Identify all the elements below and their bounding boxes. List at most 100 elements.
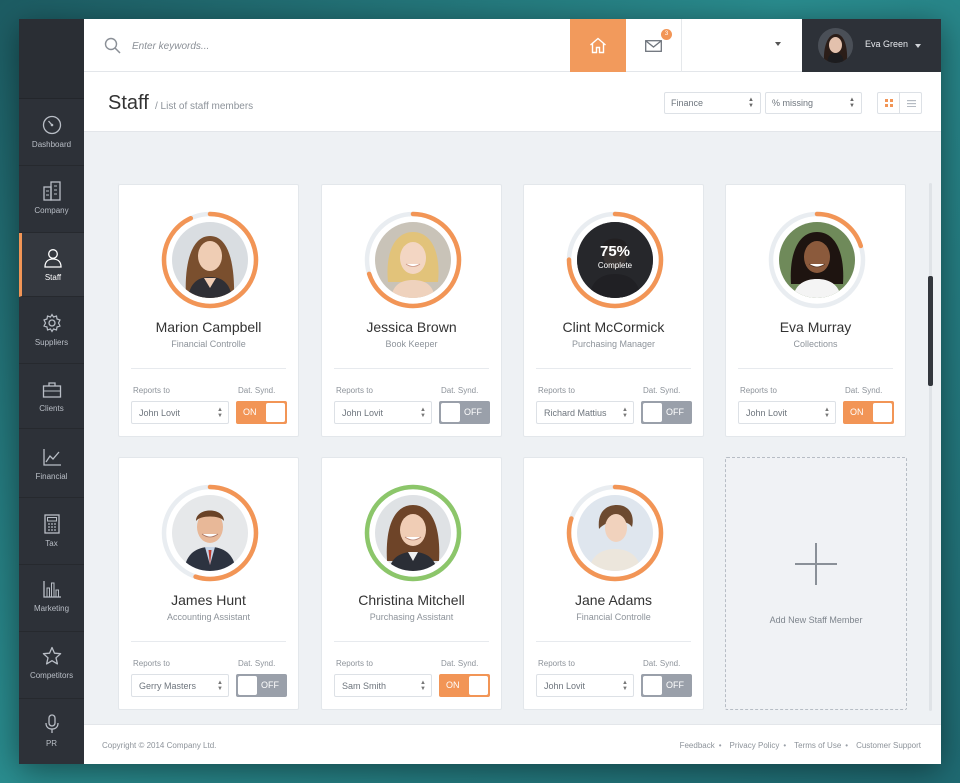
divider: [334, 368, 489, 369]
sidebar-item-dashboard[interactable]: Dashboard: [19, 100, 84, 166]
sidebar-item-label: Tax: [45, 539, 58, 548]
sync-toggle[interactable]: OFF: [439, 401, 490, 424]
sort-filter-select[interactable]: % missing ▲ ▼: [765, 92, 862, 114]
user-name: Eva Green: [865, 39, 909, 49]
toggle-label: ON: [243, 407, 257, 417]
progress-ring: [363, 483, 463, 583]
sidebar-item-competitors[interactable]: Competitors: [19, 633, 84, 699]
sidebar-item-tax[interactable]: Tax: [19, 499, 84, 565]
footer-link-feedback[interactable]: Feedback: [680, 741, 715, 750]
add-staff-card[interactable]: Add New Staff Member: [725, 457, 907, 710]
top-bar: 3 Eva Green: [84, 19, 941, 72]
staff-photo: [172, 222, 248, 298]
home-icon: [590, 37, 606, 54]
staff-card[interactable]: Jane Adams Financial Controlle Reports t…: [523, 457, 704, 710]
staff-grid: Marion Campbell Financial Controlle Repo…: [84, 133, 941, 723]
staff-card[interactable]: James Hunt Accounting Assistant Reports …: [118, 457, 299, 710]
staff-photo: [577, 495, 653, 571]
progress-ring: [565, 483, 665, 583]
sidebar-item-pr[interactable]: PR: [19, 700, 84, 764]
reports-to-select[interactable]: John Lovit ▲ ▼: [738, 401, 836, 424]
reports-to-label: Reports to: [538, 659, 575, 668]
footer-link-support[interactable]: Customer Support: [856, 741, 921, 750]
staff-name: Clint McCormick: [562, 319, 665, 335]
toggle-knob: [469, 676, 488, 695]
sidebar-item-company[interactable]: Company: [19, 167, 84, 233]
department-filter-select[interactable]: Finance ▲ ▼: [664, 92, 761, 114]
reports-to-label: Reports to: [538, 386, 575, 395]
messages-button[interactable]: 3: [626, 19, 682, 72]
reports-to-label: Reports to: [336, 659, 373, 668]
search-icon[interactable]: [104, 37, 121, 54]
staff-photo: [779, 222, 855, 298]
footer-link-terms[interactable]: Terms of Use: [794, 741, 841, 750]
dat-synd-label: Dat. Synd.: [845, 386, 883, 395]
dat-synd-label: Dat. Synd.: [441, 386, 479, 395]
home-button[interactable]: [570, 19, 626, 72]
reports-to-select[interactable]: John Lovit ▲ ▼: [334, 401, 432, 424]
search-input[interactable]: [132, 36, 432, 56]
sidebar-item-staff[interactable]: Staff: [19, 233, 84, 297]
sync-toggle[interactable]: ON: [236, 401, 287, 424]
sidebar-item-suppliers[interactable]: Suppliers: [19, 298, 84, 364]
microphone-icon: [44, 714, 59, 733]
staff-name: Eva Murray: [779, 319, 852, 335]
scrollbar-track[interactable]: [929, 183, 932, 711]
reports-to-select[interactable]: John Lovit ▲ ▼: [131, 401, 229, 424]
select-arrows-icon: ▲ ▼: [420, 407, 426, 419]
staff-card[interactable]: Marion Campbell Financial Controlle Repo…: [118, 184, 299, 437]
sync-toggle[interactable]: ON: [843, 401, 894, 424]
staff-card[interactable]: Eva Murray Collections Reports to Dat. S…: [725, 184, 906, 437]
staff-card[interactable]: Jessica Brown Book Keeper Reports to Dat…: [321, 184, 502, 437]
top-dropdown[interactable]: [682, 19, 801, 72]
progress-ring: [363, 210, 463, 310]
divider: [131, 368, 286, 369]
dat-synd-label: Dat. Synd.: [441, 659, 479, 668]
gauge-icon: [42, 115, 61, 135]
sync-toggle[interactable]: OFF: [236, 674, 287, 697]
sync-toggle[interactable]: OFF: [641, 674, 692, 697]
staff-role: Collections: [793, 339, 838, 349]
select-arrows-icon: ▲ ▼: [622, 680, 628, 692]
user-menu[interactable]: Eva Green: [802, 19, 941, 72]
reports-to-select[interactable]: Richard Mattius ▲ ▼: [536, 401, 634, 424]
toggle-knob: [873, 403, 892, 422]
divider: [334, 641, 489, 642]
sidebar-item-label: PR: [45, 739, 58, 748]
staff-role: Book Keeper: [385, 339, 438, 349]
sidebar-item-financial[interactable]: Financial: [19, 430, 84, 498]
gear-icon: [42, 313, 61, 333]
sync-toggle[interactable]: ON: [439, 674, 490, 697]
grid-view-button[interactable]: [878, 93, 900, 113]
calculator-icon: [43, 514, 60, 534]
department-filter-value: Finance: [671, 98, 704, 108]
separator-dot: •: [845, 741, 849, 750]
select-arrows-icon: ▲ ▼: [748, 97, 754, 109]
caret-down-icon: [775, 42, 781, 46]
reports-to-select[interactable]: Gerry Masters ▲ ▼: [131, 674, 229, 697]
select-arrows-icon: ▲ ▼: [420, 680, 426, 692]
sidebar-item-clients[interactable]: Clients: [19, 365, 84, 429]
caret-down-icon: [915, 44, 921, 48]
reports-to-label: Reports to: [133, 659, 170, 668]
reports-to-select[interactable]: John Lovit ▲ ▼: [536, 674, 634, 697]
sidebar-item-label: Marketing: [33, 604, 70, 613]
footer-link-privacy[interactable]: Privacy Policy: [730, 741, 780, 750]
reports-to-select[interactable]: Sam Smith ▲ ▼: [334, 674, 432, 697]
grid-icon: [884, 99, 893, 107]
sidebar-item-label: Dashboard: [31, 140, 72, 149]
add-staff-label: Add New Staff Member: [769, 615, 863, 625]
briefcase-icon: [42, 382, 61, 398]
avatar: [818, 28, 853, 63]
list-view-button[interactable]: [900, 93, 922, 113]
staff-card[interactable]: 75% Complete Clint McCormick Purchasing …: [523, 184, 704, 437]
sidebar-item-label: Clients: [39, 404, 64, 413]
scrollbar-thumb[interactable]: [928, 276, 933, 386]
sync-toggle[interactable]: OFF: [641, 401, 692, 424]
staff-card[interactable]: Christina Mitchell Purchasing Assistant …: [321, 457, 502, 710]
staff-name: Christina Mitchell: [358, 592, 465, 608]
progress-ring: [160, 483, 260, 583]
sidebar-item-marketing[interactable]: Marketing: [19, 566, 84, 632]
plus-icon: [795, 543, 837, 585]
toggle-knob: [643, 403, 662, 422]
